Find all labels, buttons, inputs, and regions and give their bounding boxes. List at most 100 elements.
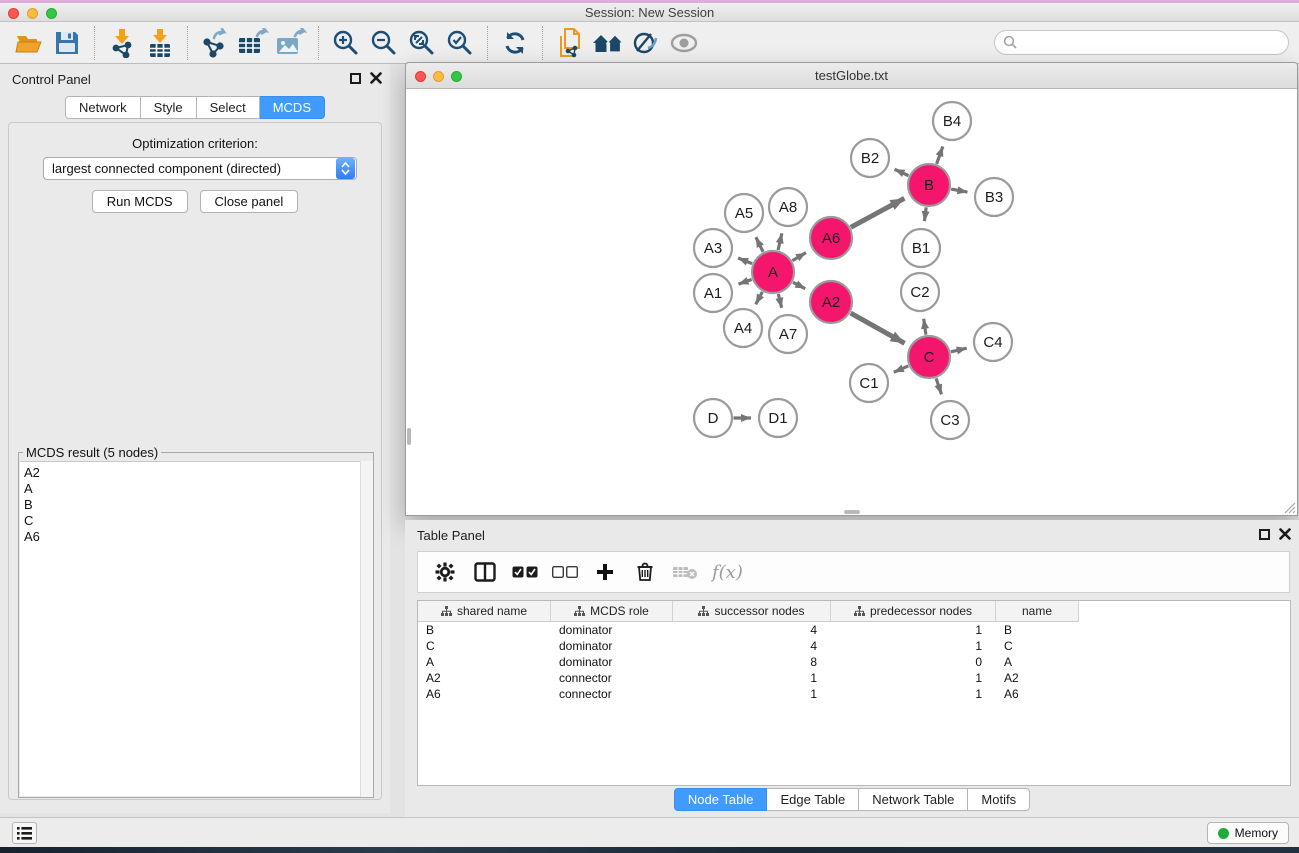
deselect-all-columns-icon[interactable] [552,559,578,585]
edge-C-C4[interactable] [951,348,967,352]
zoom-selected-icon[interactable] [441,25,479,61]
import-table-icon[interactable] [141,25,179,61]
edge-A6-B[interactable] [851,198,905,227]
node-C4[interactable]: C4 [974,323,1012,361]
import-network-icon[interactable] [103,25,141,61]
tab-style[interactable]: Style [141,96,197,119]
table-cell[interactable]: A [996,654,1079,670]
node-B[interactable]: B [908,164,950,206]
table-cell[interactable]: A2 [418,670,551,686]
node-A2[interactable]: A2 [810,281,852,323]
delete-column-icon[interactable] [632,559,658,585]
node-A4[interactable]: A4 [724,309,762,347]
table-cell[interactable]: A [418,654,551,670]
result-scrollbar[interactable] [360,461,373,797]
node-B2[interactable]: B2 [851,139,889,177]
table-cell[interactable]: dominator [551,638,673,654]
node-C3[interactable]: C3 [931,401,969,439]
edge-A-A4[interactable] [756,292,763,304]
node-A7[interactable]: A7 [769,315,807,353]
result-item[interactable]: C [20,513,372,529]
eye-icon[interactable] [665,25,703,61]
node-A6[interactable]: A6 [810,217,852,259]
result-item[interactable]: A6 [20,529,372,545]
edge-B-B3[interactable] [951,189,967,192]
tab-mcds[interactable]: MCDS [260,96,325,119]
task-history-button[interactable] [12,822,37,844]
table-cell[interactable]: 8 [673,654,831,670]
table-cell[interactable]: 1 [673,686,831,702]
close-panel-button[interactable]: Close panel [200,190,299,213]
zoom-in-icon[interactable] [327,25,365,61]
zoom-out-icon[interactable] [365,25,403,61]
node-C2[interactable]: C2 [901,273,939,311]
table-row[interactable]: Cdominator41C [418,638,1290,654]
table-cell[interactable]: connector [551,686,673,702]
float-table-panel-icon[interactable] [1259,529,1270,540]
delete-table-icon[interactable] [672,559,698,585]
tab-network-table[interactable]: Network Table [859,788,968,811]
node-C[interactable]: C [908,336,950,378]
save-session-icon[interactable] [48,25,86,61]
node-A5[interactable]: A5 [725,194,763,232]
column-header-successor-nodes[interactable]: successor nodes [673,601,831,622]
zoom-fit-icon[interactable] [403,25,441,61]
table-cell[interactable]: C [996,638,1079,654]
node-C1[interactable]: C1 [850,364,888,402]
tab-select[interactable]: Select [197,96,260,119]
edge-B-B2[interactable] [895,169,909,175]
home-icon[interactable] [589,25,627,61]
add-column-icon[interactable] [592,559,618,585]
result-item[interactable]: A2 [20,465,372,481]
table-cell[interactable]: 0 [831,654,996,670]
edge-A-A1[interactable] [738,279,751,284]
table-cell[interactable]: 1 [831,638,996,654]
node-A8[interactable]: A8 [769,188,807,226]
table-cell[interactable]: 1 [831,622,996,638]
table-cell[interactable]: A6 [996,686,1079,702]
table-cell[interactable]: dominator [551,622,673,638]
edge-A-A3[interactable] [738,258,752,264]
node-D[interactable]: D [694,399,732,437]
table-cell[interactable]: 1 [831,686,996,702]
table-cell[interactable]: dominator [551,654,673,670]
column-header-predecessor-nodes[interactable]: predecessor nodes [831,601,996,622]
edge-A-A8[interactable] [778,233,782,250]
table-cell[interactable]: 4 [673,622,831,638]
network-vertical-scrollbar[interactable] [407,428,411,445]
result-item[interactable]: B [20,497,372,513]
table-cell[interactable]: connector [551,670,673,686]
edge-C-C3[interactable] [936,378,941,394]
style-toggle-icon[interactable] [627,25,665,61]
edge-A-A5[interactable] [756,237,763,252]
edge-B-B1[interactable] [924,207,926,221]
tab-node-table[interactable]: Node Table [674,788,768,811]
search-input[interactable] [1018,35,1288,50]
node-A3[interactable]: A3 [694,229,732,267]
settings-gear-icon[interactable] [432,559,458,585]
node-B3[interactable]: B3 [975,178,1013,216]
node-B4[interactable]: B4 [933,102,971,140]
network-graph[interactable]: AA1A2A3A4A5A6A7A8BB1B2B3B4CC1C2C3C4DD1 [407,89,1296,514]
node-B1[interactable]: B1 [902,229,940,267]
open-session-icon[interactable] [10,25,48,61]
table-cell[interactable]: 1 [831,670,996,686]
node-A[interactable]: A [752,251,794,293]
column-header-shared-name[interactable]: shared name [418,601,551,622]
export-image-icon[interactable] [272,25,310,61]
float-panel-icon[interactable] [350,73,361,84]
column-header-MCDS-role[interactable]: MCDS role [551,601,673,622]
node-A1[interactable]: A1 [694,274,732,312]
tab-network[interactable]: Network [65,96,141,119]
clone-network-icon[interactable] [551,25,589,61]
table-row[interactable]: Adominator80A [418,654,1290,670]
table-cell[interactable]: B [996,622,1079,638]
search-box[interactable] [994,30,1289,55]
close-table-panel-icon[interactable] [1279,528,1291,540]
edge-C-C2[interactable] [924,319,926,335]
edge-B-B4[interactable] [937,146,943,163]
result-item[interactable]: A [20,481,372,497]
table-cell[interactable]: 4 [673,638,831,654]
resize-grip[interactable] [1282,500,1296,514]
tab-motifs[interactable]: Motifs [968,788,1030,811]
